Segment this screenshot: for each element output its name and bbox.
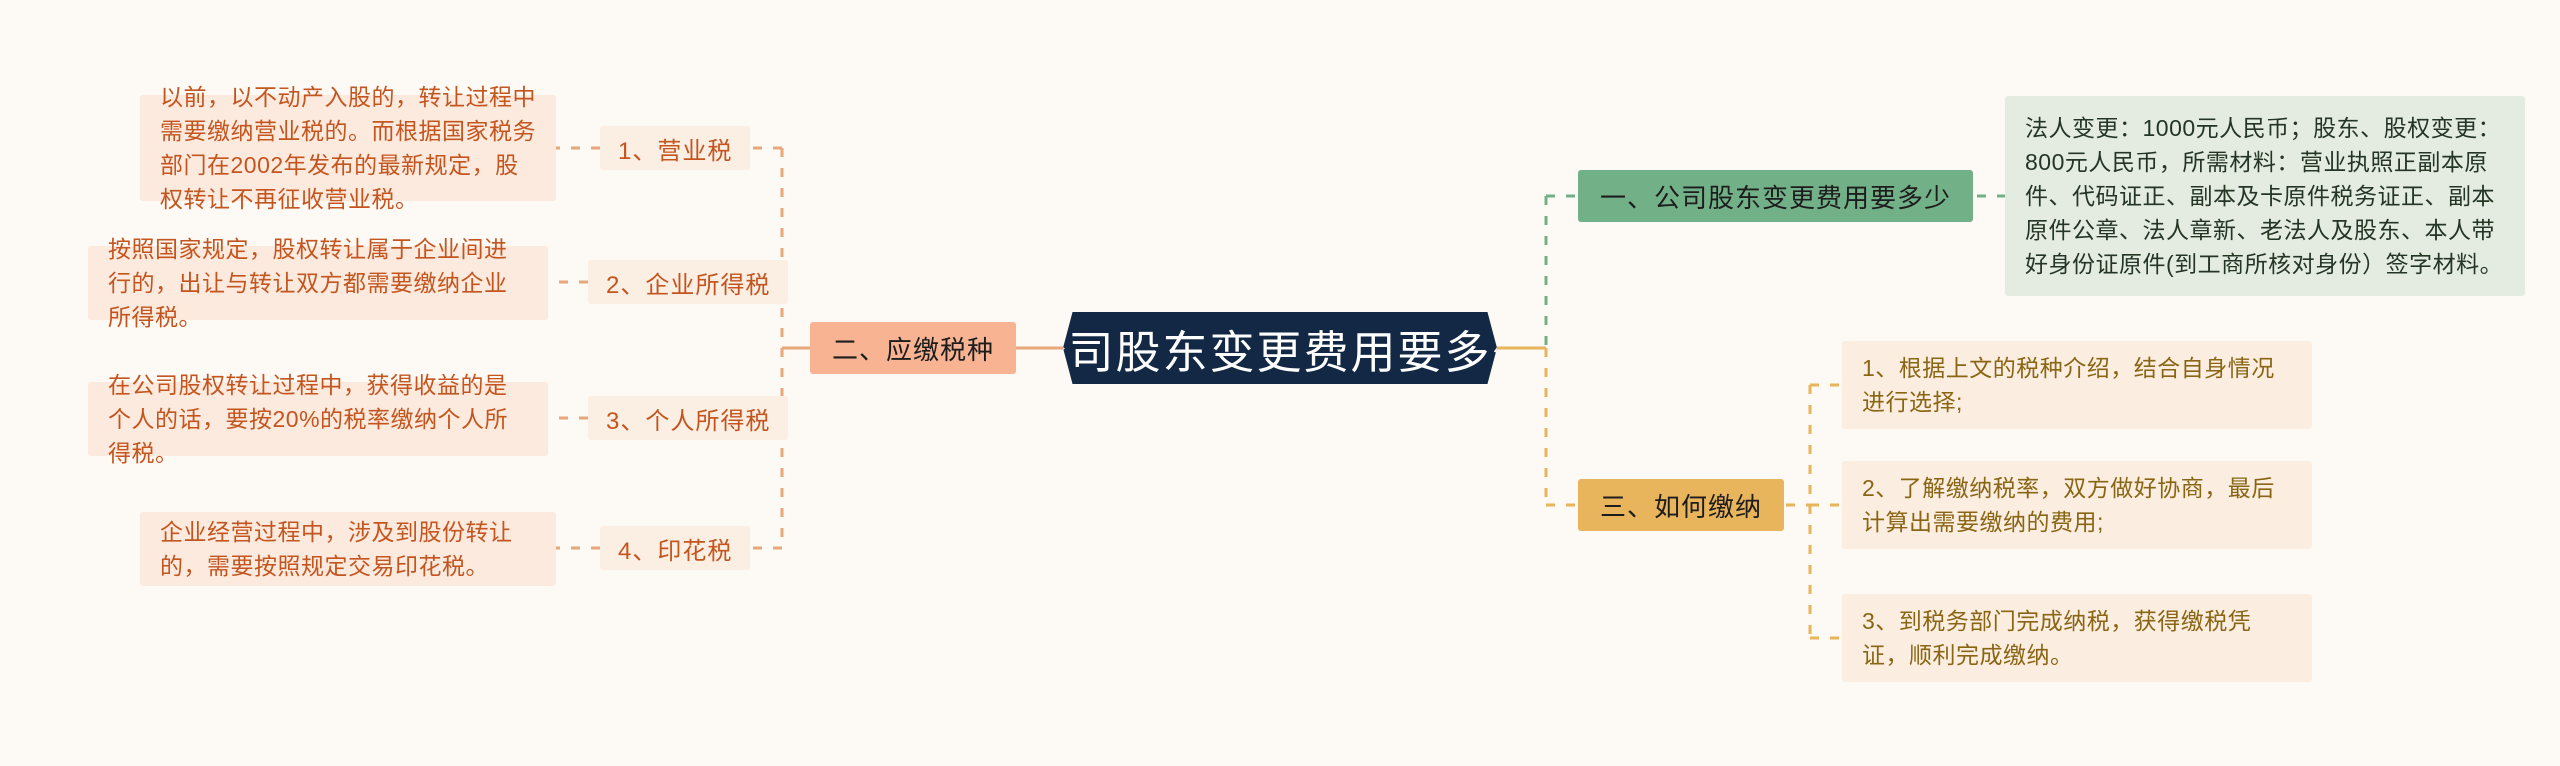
branch-node-change-fee[interactable]: 一、公司股东变更费用要多少 [1578, 170, 1974, 222]
branch-node-tax-types-label: 二、应缴税种 [832, 334, 995, 365]
leaf-how-to-pay-step-1: 1、根据上文的税种介绍，结合自身情况进行选择; [1842, 341, 2312, 429]
branch-node-how-to-pay-label: 三、如何缴纳 [1600, 491, 1763, 522]
leaf-change-fee-detail: 法人变更：1000元人民币；股东、股权变更：800元人民币，所需材料：营业执照正… [2005, 96, 2525, 296]
leaf-how-to-pay-step-1-text: 1、根据上文的税种介绍，结合自身情况进行选择; [1862, 354, 2275, 415]
leaf-business-tax-detail-text: 以前，以不动产入股的，转让过程中需要缴纳营业税的。而根据国家税务部门在2002年… [160, 83, 536, 213]
leaf-change-fee-detail-text: 法人变更：1000元人民币；股东、股权变更：800元人民币，所需材料：营业执照正… [2025, 114, 2504, 278]
branch-node-tax-types[interactable]: 二、应缴税种 [810, 322, 1017, 374]
leaf-stamp-tax-detail: 企业经营过程中，涉及到股份转让的，需要按照规定交易印花税。 [140, 512, 556, 586]
subnode-personal-income-tax[interactable]: 3、个人所得税 [588, 396, 789, 440]
leaf-how-to-pay-step-3-text: 3、到税务部门完成纳税，获得缴税凭证，顺利完成缴纳。 [1862, 607, 2252, 668]
subnode-stamp-tax-label: 4、印花税 [618, 537, 733, 565]
leaf-how-to-pay-step-3: 3、到税务部门完成纳税，获得缴税凭证，顺利完成缴纳。 [1842, 594, 2312, 682]
leaf-business-tax-detail: 以前，以不动产入股的，转让过程中需要缴纳营业税的。而根据国家税务部门在2002年… [140, 84, 556, 212]
leaf-corporate-income-tax-detail-text: 按照国家规定，股权转让属于企业间进行的，出让与转让双方都需要缴纳企业所得税。 [108, 235, 508, 331]
branch-node-how-to-pay[interactable]: 三、如何缴纳 [1578, 479, 1785, 531]
root-node[interactable]: 公司股东变更费用要多少 [1063, 312, 1497, 384]
subnode-business-tax-label: 1、营业税 [618, 137, 733, 165]
subnode-personal-income-tax-label: 3、个人所得税 [606, 407, 771, 435]
leaf-how-to-pay-step-2-text: 2、了解缴纳税率，双方做好协商，最后计算出需要缴纳的费用; [1862, 474, 2275, 535]
leaf-corporate-income-tax-detail: 按照国家规定，股权转让属于企业间进行的，出让与转让双方都需要缴纳企业所得税。 [88, 236, 548, 330]
leaf-how-to-pay-step-2: 2、了解缴纳税率，双方做好协商，最后计算出需要缴纳的费用; [1842, 461, 2312, 549]
subnode-business-tax[interactable]: 1、营业税 [600, 126, 751, 170]
subnode-corporate-income-tax-label: 2、企业所得税 [606, 271, 771, 299]
leaf-personal-income-tax-detail-text: 在公司股权转让过程中，获得收益的是个人的话，要按20%的税率缴纳个人所得税。 [108, 371, 509, 467]
subnode-stamp-tax[interactable]: 4、印花税 [600, 526, 751, 570]
leaf-personal-income-tax-detail: 在公司股权转让过程中，获得收益的是个人的话，要按20%的税率缴纳个人所得税。 [88, 372, 548, 466]
root-node-label: 公司股东变更费用要多少 [1021, 326, 1539, 378]
subnode-corporate-income-tax[interactable]: 2、企业所得税 [588, 260, 789, 304]
mindmap-canvas: 公司股东变更费用要多少 二、应缴税种 1、营业税 2、企业所得税 3、个人所得税… [0, 0, 2560, 766]
branch-node-change-fee-label: 一、公司股东变更费用要多少 [1600, 182, 1952, 213]
leaf-stamp-tax-detail-text: 企业经营过程中，涉及到股份转让的，需要按照规定交易印花税。 [160, 518, 513, 579]
